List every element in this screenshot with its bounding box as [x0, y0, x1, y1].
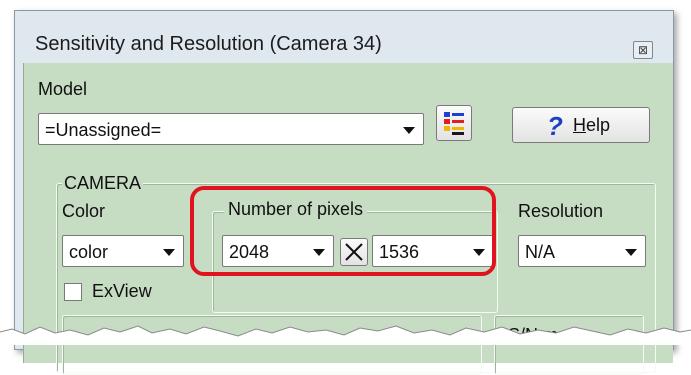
resolution-label: Resolution — [518, 201, 604, 221]
color-list-icon — [444, 112, 464, 135]
help-label: Help — [573, 115, 611, 135]
highlight-outline — [190, 186, 496, 276]
color-value: color — [69, 242, 109, 262]
dialog-window: Sensitivity and Resolution (Camera 34) ⊠… — [14, 10, 674, 375]
title-bar: Sensitivity and Resolution (Camera 34) ⊠ — [15, 11, 673, 63]
color-dropdown[interactable]: color — [62, 235, 184, 267]
chevron-down-icon — [625, 249, 637, 256]
chevron-down-icon — [403, 127, 415, 134]
help-button[interactable]: ? Help — [512, 107, 650, 143]
model-dropdown[interactable]: =Unassigned= — [38, 113, 424, 145]
exview-label: ExView — [92, 281, 152, 301]
model-value: =Unassigned= — [45, 120, 162, 140]
window-title: Sensitivity and Resolution (Camera 34) — [35, 33, 382, 55]
camera-group-label: CAMERA — [62, 173, 144, 194]
model-list-button[interactable] — [436, 105, 472, 141]
model-label: Model — [38, 79, 88, 99]
torn-edge — [0, 325, 691, 345]
color-label: Color — [62, 201, 106, 221]
chevron-down-icon — [163, 249, 175, 256]
question-mark-icon: ? — [547, 111, 563, 141]
resolution-dropdown[interactable]: N/A — [518, 235, 646, 267]
exview-checkbox[interactable] — [64, 283, 82, 301]
resolution-value: N/A — [525, 242, 556, 262]
close-button[interactable]: ⊠ — [633, 41, 653, 59]
